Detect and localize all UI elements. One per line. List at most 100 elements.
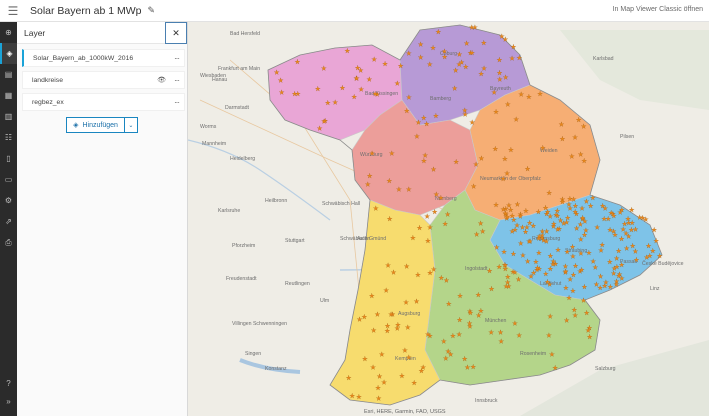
solar-plant-marker[interactable]: ★ [433, 190, 439, 198]
solar-plant-marker[interactable]: ★ [321, 64, 327, 72]
solar-plant-marker[interactable]: ★ [415, 119, 422, 127]
more-options-icon[interactable]: ··· [174, 76, 180, 85]
solar-plant-marker[interactable]: ★ [563, 284, 569, 292]
solar-plant-marker[interactable]: ★ [367, 172, 373, 180]
solar-plant-marker[interactable]: ★ [491, 89, 497, 97]
solar-plant-marker[interactable]: ★ [514, 201, 521, 209]
solar-plant-marker[interactable]: ★ [508, 206, 514, 214]
solar-plant-marker[interactable]: ★ [362, 355, 368, 363]
solar-plant-marker[interactable]: ★ [572, 133, 578, 141]
solar-plant-marker[interactable]: ★ [433, 112, 439, 120]
solar-plant-marker[interactable]: ★ [365, 180, 371, 188]
solar-plant-marker[interactable]: ★ [543, 238, 550, 246]
solar-plant-marker[interactable]: ★ [549, 350, 555, 358]
solar-plant-marker[interactable]: ★ [292, 90, 298, 98]
solar-plant-marker[interactable]: ★ [597, 284, 603, 292]
solar-plant-marker[interactable]: ★ [509, 54, 515, 62]
solar-plant-marker[interactable]: ★ [624, 244, 630, 252]
solar-plant-marker[interactable]: ★ [598, 272, 604, 281]
solar-plant-marker[interactable]: ★ [406, 353, 412, 362]
solar-plant-marker[interactable]: ★ [518, 91, 524, 99]
solar-plant-marker[interactable]: ★ [622, 220, 628, 228]
solar-plant-marker[interactable]: ★ [394, 79, 400, 88]
solar-plant-marker[interactable]: ★ [577, 221, 584, 229]
solar-plant-marker[interactable]: ★ [470, 363, 476, 371]
pencil-icon[interactable]: ✎ [147, 5, 157, 16]
solar-plant-marker[interactable]: ★ [552, 364, 558, 372]
solar-plant-marker[interactable]: ★ [370, 364, 376, 372]
solar-plant-marker[interactable]: ★ [581, 296, 587, 305]
solar-plant-marker[interactable]: ★ [406, 186, 412, 194]
solar-plant-marker[interactable]: ★ [478, 154, 485, 163]
solar-plant-marker[interactable]: ★ [555, 246, 561, 254]
solar-plant-marker[interactable]: ★ [525, 165, 531, 173]
solar-plant-marker[interactable]: ★ [498, 328, 504, 336]
solar-plant-marker[interactable]: ★ [456, 50, 463, 58]
solar-plant-marker[interactable]: ★ [405, 324, 411, 332]
solar-plant-marker[interactable]: ★ [480, 227, 486, 235]
solar-plant-marker[interactable]: ★ [578, 250, 584, 258]
solar-plant-marker[interactable]: ★ [651, 226, 657, 234]
solar-plant-marker[interactable]: ★ [274, 68, 280, 76]
solar-plant-marker[interactable]: ★ [496, 56, 503, 64]
solar-plant-marker[interactable]: ★ [590, 194, 596, 202]
solar-plant-marker[interactable]: ★ [317, 124, 323, 132]
solar-plant-marker[interactable]: ★ [570, 252, 576, 260]
solar-plant-marker[interactable]: ★ [474, 230, 480, 239]
add-layer-button[interactable]: ◈ Hinzufügen ⌄ [66, 117, 138, 133]
map-canvas[interactable]: Bad HersfeldHanauFrankfurt am MainWiesba… [188, 22, 709, 416]
solar-plant-marker[interactable]: ★ [581, 283, 588, 291]
solar-plant-marker[interactable]: ★ [612, 231, 618, 239]
solar-plant-marker[interactable]: ★ [417, 224, 423, 232]
solar-plant-marker[interactable]: ★ [404, 107, 410, 115]
solar-plant-marker[interactable]: ★ [657, 252, 663, 260]
map-viewer-classic-link[interactable]: In Map Viewer Classic öffnen [613, 6, 703, 13]
solar-plant-marker[interactable]: ★ [361, 313, 367, 321]
solar-plant-marker[interactable]: ★ [441, 338, 447, 346]
solar-plant-marker[interactable]: ★ [617, 208, 623, 216]
solar-plant-marker[interactable]: ★ [566, 200, 572, 208]
solar-plant-marker[interactable]: ★ [315, 85, 321, 93]
solar-plant-marker[interactable]: ★ [494, 243, 500, 251]
solar-plant-marker[interactable]: ★ [457, 292, 463, 300]
solar-plant-marker[interactable]: ★ [601, 215, 607, 223]
solar-plant-marker[interactable]: ★ [371, 326, 377, 334]
solar-plant-marker[interactable]: ★ [445, 210, 451, 219]
grid-icon[interactable]: ▦ [0, 85, 17, 106]
solar-plant-marker[interactable]: ★ [559, 135, 566, 143]
solar-plant-marker[interactable]: ★ [497, 69, 503, 77]
solar-plant-marker[interactable]: ★ [583, 198, 590, 206]
solar-plant-marker[interactable]: ★ [501, 248, 507, 256]
solar-plant-marker[interactable]: ★ [396, 185, 402, 194]
solar-plant-marker[interactable]: ★ [425, 237, 431, 245]
solar-plant-marker[interactable]: ★ [414, 298, 420, 306]
solar-plant-marker[interactable]: ★ [332, 98, 338, 106]
solar-plant-marker[interactable]: ★ [430, 44, 436, 52]
solar-plant-marker[interactable]: ★ [607, 283, 613, 291]
table-icon[interactable]: ▤ [0, 64, 17, 85]
solar-plant-marker[interactable]: ★ [366, 76, 372, 84]
map-view[interactable]: Bad Hersfeld Hanau Frankfurt am Main Wiesba… [188, 22, 709, 416]
solar-plant-marker[interactable]: ★ [399, 372, 405, 380]
solar-plant-marker[interactable]: ★ [371, 55, 377, 63]
solar-plant-marker[interactable]: ★ [616, 247, 622, 255]
solar-plant-marker[interactable]: ★ [395, 321, 401, 329]
solar-plant-marker[interactable]: ★ [487, 267, 493, 275]
solar-plant-marker[interactable]: ★ [325, 99, 331, 107]
eye-icon[interactable]: 👁 [157, 76, 166, 84]
solar-plant-marker[interactable]: ★ [346, 374, 352, 382]
solar-plant-marker[interactable]: ★ [584, 309, 590, 317]
solar-plant-marker[interactable]: ★ [431, 166, 437, 174]
solar-plant-marker[interactable]: ★ [379, 350, 385, 358]
solar-plant-marker[interactable]: ★ [510, 250, 517, 258]
solar-plant-marker[interactable]: ★ [535, 208, 542, 216]
solar-plant-marker[interactable]: ★ [478, 70, 484, 78]
solar-plant-marker[interactable]: ★ [523, 207, 529, 215]
chevron-down-icon[interactable]: ⌄ [125, 122, 137, 129]
solar-plant-marker[interactable]: ★ [546, 189, 552, 197]
solar-plant-marker[interactable]: ★ [278, 76, 284, 85]
solar-plant-marker[interactable]: ★ [441, 48, 448, 56]
solar-plant-marker[interactable]: ★ [481, 39, 487, 47]
solar-plant-marker[interactable]: ★ [384, 327, 390, 335]
solar-plant-marker[interactable]: ★ [564, 316, 570, 324]
